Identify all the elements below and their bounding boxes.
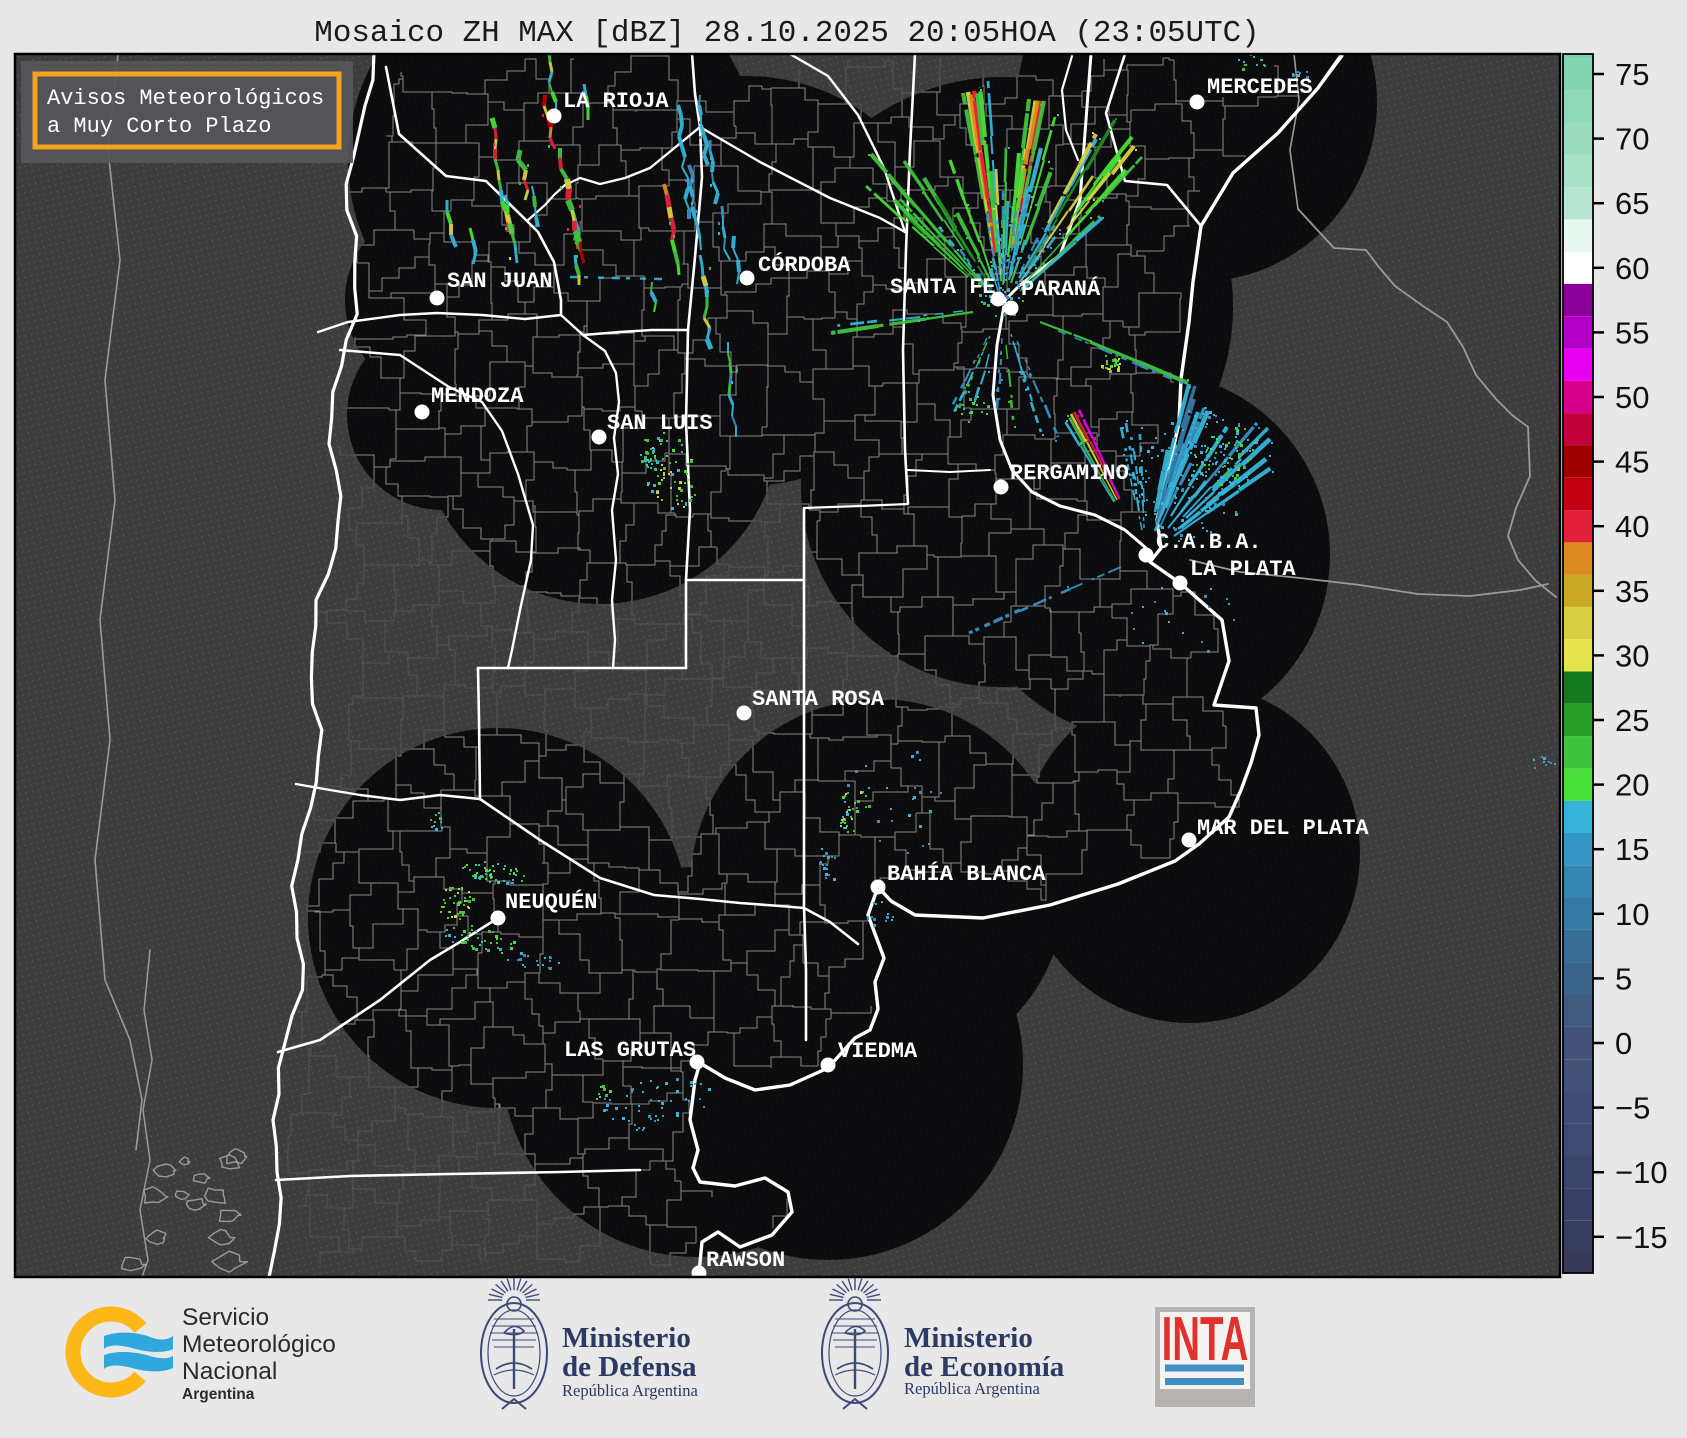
svg-text:LA RIOJA: LA RIOJA bbox=[563, 89, 669, 114]
svg-text:MENDOZA: MENDOZA bbox=[431, 384, 524, 409]
svg-text:75: 75 bbox=[1615, 57, 1649, 92]
svg-text:65: 65 bbox=[1615, 186, 1649, 221]
svg-text:70: 70 bbox=[1615, 122, 1649, 157]
svg-text:NEUQUÉN: NEUQUÉN bbox=[505, 889, 597, 915]
svg-text:25: 25 bbox=[1615, 703, 1649, 738]
svg-text:SAN LUIS: SAN LUIS bbox=[607, 411, 713, 436]
svg-text:PERGAMINO: PERGAMINO bbox=[1010, 461, 1129, 486]
svg-text:Ministerio: Ministerio bbox=[562, 1322, 691, 1354]
svg-text:a Muy Corto Plazo: a Muy Corto Plazo bbox=[47, 114, 271, 139]
svg-text:LA PLATA: LA PLATA bbox=[1190, 557, 1296, 582]
svg-text:República Argentina: República Argentina bbox=[904, 1379, 1040, 1398]
svg-text:10: 10 bbox=[1615, 897, 1649, 932]
svg-text:Argentina: Argentina bbox=[182, 1386, 255, 1403]
svg-text:−10: −10 bbox=[1615, 1155, 1668, 1190]
svg-text:LAS GRUTAS: LAS GRUTAS bbox=[564, 1038, 696, 1063]
svg-text:−5: −5 bbox=[1615, 1091, 1650, 1126]
svg-text:SANTA FE: SANTA FE bbox=[890, 275, 996, 300]
svg-text:MERCEDES: MERCEDES bbox=[1207, 75, 1313, 100]
svg-text:15: 15 bbox=[1615, 832, 1649, 867]
svg-text:5: 5 bbox=[1615, 961, 1632, 996]
svg-text:SANTA ROSA: SANTA ROSA bbox=[752, 687, 885, 712]
svg-text:RAWSON: RAWSON bbox=[706, 1248, 785, 1273]
svg-text:50: 50 bbox=[1615, 380, 1649, 415]
svg-text:Ministerio: Ministerio bbox=[904, 1322, 1033, 1354]
svg-text:55: 55 bbox=[1615, 315, 1649, 350]
svg-text:INTA: INTA bbox=[1162, 1304, 1249, 1374]
svg-text:45: 45 bbox=[1615, 445, 1649, 480]
svg-text:MAR DEL PLATA: MAR DEL PLATA bbox=[1197, 816, 1369, 841]
svg-text:40: 40 bbox=[1615, 509, 1649, 544]
svg-text:Nacional: Nacional bbox=[182, 1358, 277, 1385]
svg-text:Servicio: Servicio bbox=[182, 1304, 269, 1331]
svg-text:Meteorológico: Meteorológico bbox=[182, 1331, 336, 1358]
svg-text:de Defensa: de Defensa bbox=[562, 1351, 697, 1383]
svg-text:Avisos Meteorológicos: Avisos Meteorológicos bbox=[47, 86, 324, 111]
svg-text:República Argentina: República Argentina bbox=[562, 1381, 698, 1400]
svg-text:SAN JUAN: SAN JUAN bbox=[447, 269, 553, 294]
svg-text:30: 30 bbox=[1615, 638, 1649, 673]
svg-text:60: 60 bbox=[1615, 251, 1649, 286]
svg-text:−15: −15 bbox=[1615, 1220, 1668, 1255]
svg-text:PARANÁ: PARANÁ bbox=[1021, 276, 1101, 302]
svg-text:C.A.B.A.: C.A.B.A. bbox=[1156, 530, 1262, 555]
svg-text:VIEDMA: VIEDMA bbox=[838, 1039, 918, 1064]
svg-text:Mosaico ZH MAX [dBZ] 28.10.202: Mosaico ZH MAX [dBZ] 28.10.2025 20:05HOA… bbox=[314, 16, 1259, 51]
svg-text:CÓRDOBA: CÓRDOBA bbox=[758, 252, 851, 278]
svg-text:35: 35 bbox=[1615, 574, 1649, 609]
svg-text:20: 20 bbox=[1615, 768, 1649, 803]
svg-text:BAHÍA BLANCA: BAHÍA BLANCA bbox=[887, 861, 1046, 887]
svg-text:0: 0 bbox=[1615, 1026, 1632, 1061]
